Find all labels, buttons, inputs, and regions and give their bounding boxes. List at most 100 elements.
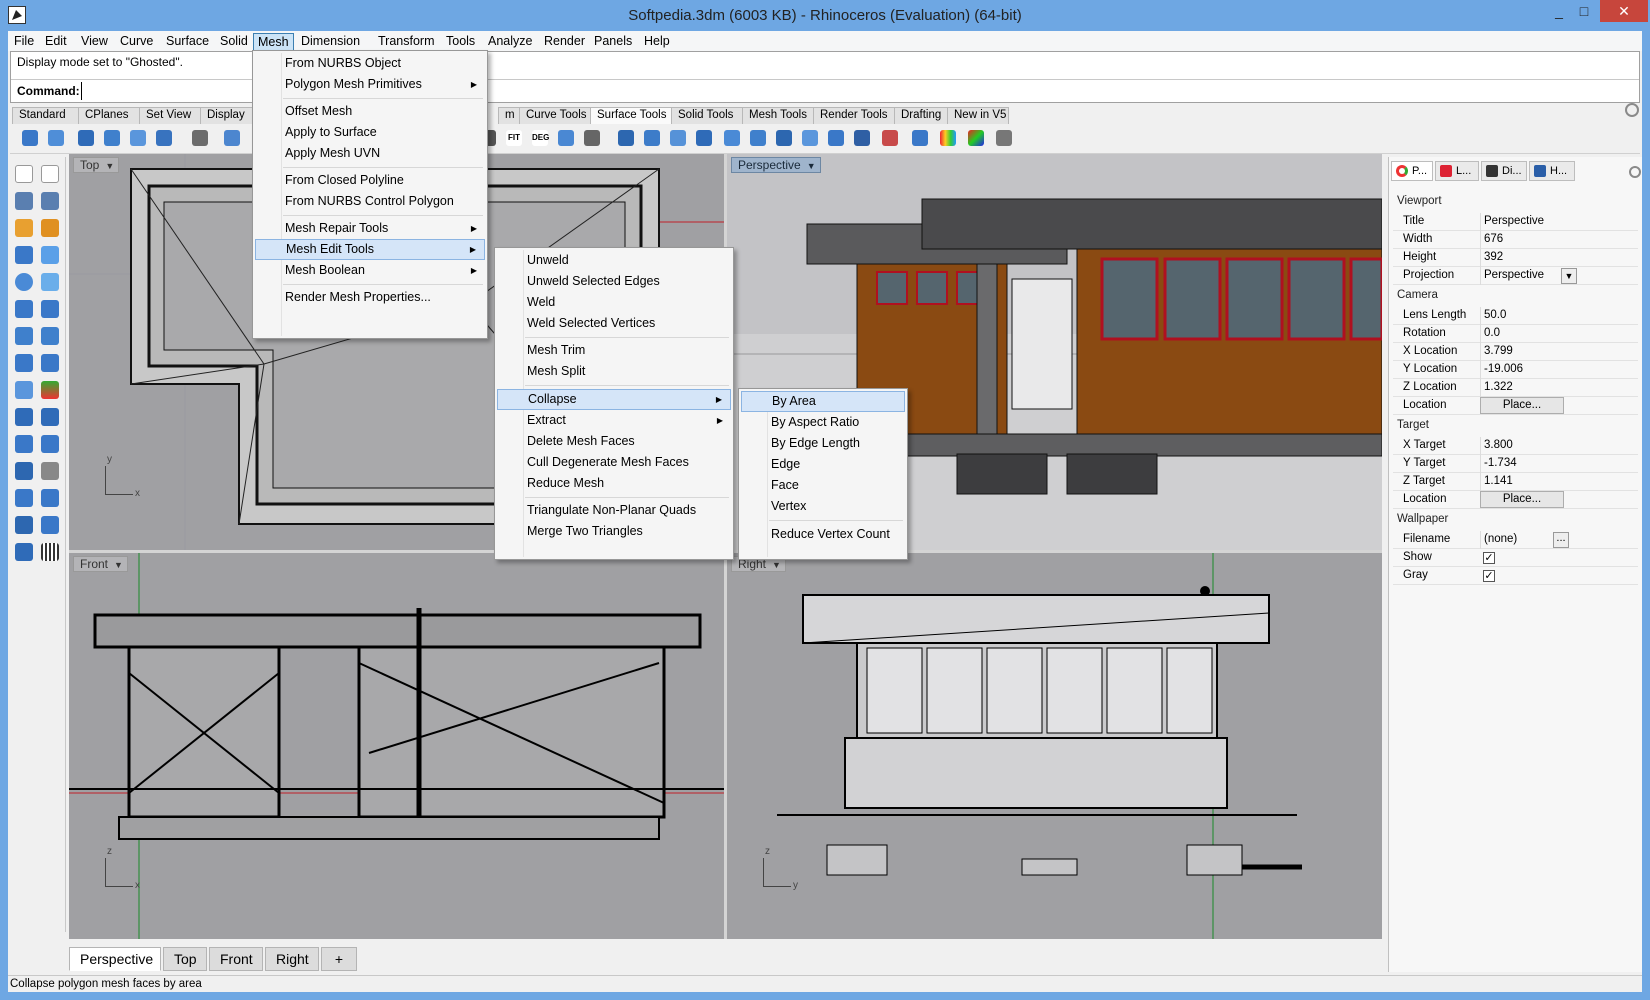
paint-bucket-icon[interactable] <box>13 514 35 536</box>
tab-set-view[interactable]: Set View <box>139 107 201 124</box>
surface-plane-icon[interactable] <box>46 128 66 148</box>
freeform-curve-icon[interactable] <box>39 217 61 239</box>
box-tool-icon[interactable] <box>39 244 61 266</box>
viewport-menu-arrow-icon[interactable]: ▼ <box>114 558 123 573</box>
tab-display[interactable]: Display <box>200 107 254 124</box>
curvature-icon[interactable] <box>994 128 1014 148</box>
select-arrow-icon[interactable] <box>13 163 35 185</box>
menu-item-by-edge-length[interactable]: By Edge Length <box>741 433 905 454</box>
menu-item-triangulate-non-planar-quads[interactable]: Triangulate Non-Planar Quads <box>497 500 731 521</box>
arc-tool-icon[interactable] <box>13 298 35 320</box>
prop-height-value[interactable]: 392 <box>1480 249 1562 267</box>
tab-new-in-v5[interactable]: New in V5 <box>947 107 1009 124</box>
tab-curve-tools[interactable]: Curve Tools <box>519 107 591 124</box>
browse-button[interactable]: ... <box>1553 532 1569 548</box>
surface-loft-icon[interactable] <box>128 128 148 148</box>
tab-cplanes[interactable]: CPlanes <box>78 107 140 124</box>
surface-tool-icon[interactable] <box>13 244 35 266</box>
menu-render[interactable]: Render <box>540 33 589 51</box>
menu-item-delete-mesh-faces[interactable]: Delete Mesh Faces <box>497 431 731 452</box>
target-place-button[interactable]: Place... <box>1480 491 1564 508</box>
menu-item-extract[interactable]: Extract ▶ <box>497 410 731 431</box>
viewport-perspective-label[interactable]: Perspective ▼ <box>731 157 821 173</box>
rebuild-icon[interactable] <box>556 128 576 148</box>
menu-item-from-nurbs-control-polygon[interactable]: From NURBS Control Polygon <box>255 191 485 212</box>
add-viewport-tab-icon[interactable]: + <box>321 947 357 971</box>
tab-drafting[interactable]: Drafting <box>894 107 948 124</box>
menu-item-reduce-mesh[interactable]: Reduce Mesh <box>497 473 731 494</box>
cylinder-icon[interactable] <box>722 128 742 148</box>
menu-item-reduce-vertex-count[interactable]: Reduce Vertex Count <box>741 524 905 545</box>
cone-tool-icon[interactable] <box>13 433 35 455</box>
point-icon[interactable] <box>39 163 61 185</box>
menu-item-from-nurbs-object[interactable]: From NURBS Object <box>255 53 485 74</box>
show-checkbox[interactable]: ✓ <box>1483 552 1495 564</box>
points-grid-icon[interactable] <box>668 128 688 148</box>
menu-surface[interactable]: Surface <box>162 33 213 51</box>
tab-partial[interactable]: m <box>498 107 520 124</box>
tab-mesh-tools[interactable]: Mesh Tools <box>742 107 814 124</box>
viewport-right[interactable]: Right ▼ z y <box>727 553 1382 939</box>
maximize-button[interactable]: □ <box>1563 0 1605 22</box>
prop-projection-select[interactable]: Perspective <box>1480 267 1562 285</box>
menu-mesh[interactable]: Mesh <box>253 33 294 51</box>
circle-tool-icon[interactable] <box>13 271 35 293</box>
rgb-cube-icon[interactable] <box>966 128 986 148</box>
menu-item-face[interactable]: Face <box>741 475 905 496</box>
menu-panels[interactable]: Panels <box>590 33 636 51</box>
solid-2-tool-icon[interactable] <box>39 406 61 428</box>
menu-view[interactable]: View <box>77 33 112 51</box>
menu-item-unweld[interactable]: Unweld <box>497 250 731 271</box>
menu-item-mesh-boolean[interactable]: Mesh Boolean ▶ <box>255 260 485 281</box>
menu-item-mesh-edit-tools[interactable]: Mesh Edit Tools ▶ <box>255 239 485 260</box>
surface-edge-icon[interactable] <box>76 128 96 148</box>
gray-checkbox[interactable]: ✓ <box>1483 570 1495 582</box>
polyline-tool-icon[interactable] <box>39 190 61 212</box>
close-button[interactable]: ✕ <box>1600 0 1648 22</box>
rectangle-tool-icon[interactable] <box>39 298 61 320</box>
prop-xloc-value[interactable]: 3.799 <box>1480 343 1562 361</box>
vp-tab-top[interactable]: Top <box>163 947 207 971</box>
dimension-2-icon[interactable] <box>39 487 61 509</box>
surface-corner-icon[interactable] <box>20 128 40 148</box>
menu-item-apply-to-surface[interactable]: Apply to Surface <box>255 122 485 143</box>
menu-analyze[interactable]: Analyze <box>484 33 536 51</box>
layers-tab[interactable]: L... <box>1435 161 1479 181</box>
degree-icon[interactable]: DEG <box>530 128 550 148</box>
surface-revolve-icon[interactable] <box>154 128 174 148</box>
paint-tool-icon[interactable] <box>39 460 61 482</box>
properties-tab[interactable]: P... <box>1391 161 1433 181</box>
cage-edit-icon[interactable] <box>642 128 662 148</box>
grid-tool-icon[interactable] <box>13 325 35 347</box>
panel-settings-gear-icon[interactable] <box>1629 166 1641 178</box>
viewport-menu-arrow-icon[interactable]: ▼ <box>105 159 114 174</box>
menu-item-weld[interactable]: Weld <box>497 292 731 313</box>
vp-tab-perspective[interactable]: Perspective <box>69 947 161 971</box>
viewport-menu-arrow-icon[interactable]: ▼ <box>772 558 781 573</box>
ellipse-tool-icon[interactable] <box>39 271 61 293</box>
prop-title-value[interactable]: Perspective <box>1480 213 1562 231</box>
prop-filename-value[interactable]: (none) <box>1480 531 1562 549</box>
menu-item-offset-mesh[interactable]: Offset Mesh <box>255 101 485 122</box>
viewport-front[interactable]: Front ▼ z x <box>69 553 724 939</box>
eraser-icon[interactable] <box>880 128 900 148</box>
curve-tool-icon[interactable] <box>13 217 35 239</box>
prop-xtarget-value[interactable]: 3.800 <box>1480 437 1562 455</box>
move-tool-icon[interactable] <box>13 379 35 401</box>
grid-2-tool-icon[interactable] <box>39 325 61 347</box>
menu-item-merge-two-triangles[interactable]: Merge Two Triangles <box>497 521 731 542</box>
help-tab[interactable]: H... <box>1529 161 1575 181</box>
menu-file[interactable]: File <box>10 33 38 51</box>
bars-icon[interactable] <box>852 128 872 148</box>
patch-icon[interactable] <box>222 128 242 148</box>
viewport-menu-arrow-icon[interactable]: ▼ <box>807 159 816 174</box>
display-tab[interactable]: Di... <box>1481 161 1527 181</box>
menu-item-from-closed-polyline[interactable]: From Closed Polyline <box>255 170 485 191</box>
tab-standard[interactable]: Standard <box>12 107 79 124</box>
menu-item-render-mesh-properties[interactable]: Render Mesh Properties... <box>255 287 485 308</box>
prop-yloc-value[interactable]: -19.006 <box>1480 361 1562 379</box>
menu-solid[interactable]: Solid <box>216 33 252 51</box>
menu-item-cull-degenerate-mesh-faces[interactable]: Cull Degenerate Mesh Faces <box>497 452 731 473</box>
menu-item-mesh-split[interactable]: Mesh Split <box>497 361 731 382</box>
twist-icon[interactable] <box>748 128 768 148</box>
